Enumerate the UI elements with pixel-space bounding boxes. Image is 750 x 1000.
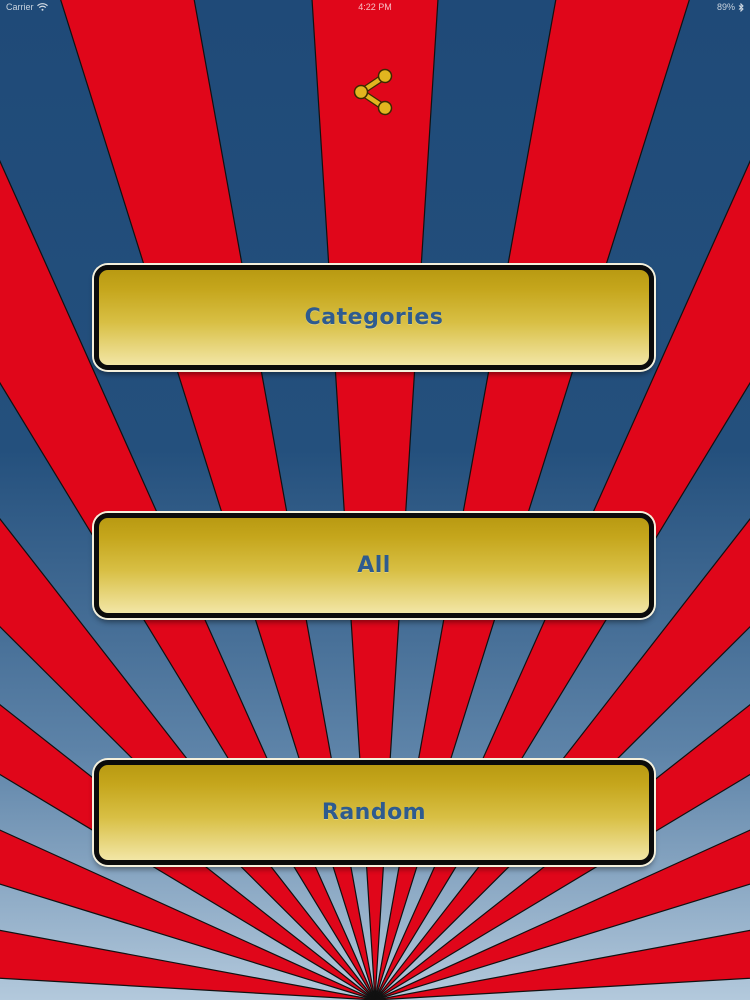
all-button-label: All <box>357 553 391 578</box>
categories-button[interactable]: Categories <box>94 265 654 370</box>
status-bar: Carrier 4:22 PM 89% <box>0 0 750 16</box>
categories-button-label: Categories <box>304 305 444 330</box>
all-button[interactable]: All <box>94 513 654 618</box>
status-time: 4:22 PM <box>358 2 392 12</box>
random-button-label: Random <box>321 800 427 825</box>
bluetooth-icon <box>738 2 744 12</box>
share-icon <box>353 68 393 116</box>
status-right: 89% <box>717 2 744 12</box>
random-button[interactable]: Random <box>94 760 654 865</box>
share-button[interactable] <box>348 66 400 118</box>
battery-label: 89% <box>716 2 735 12</box>
